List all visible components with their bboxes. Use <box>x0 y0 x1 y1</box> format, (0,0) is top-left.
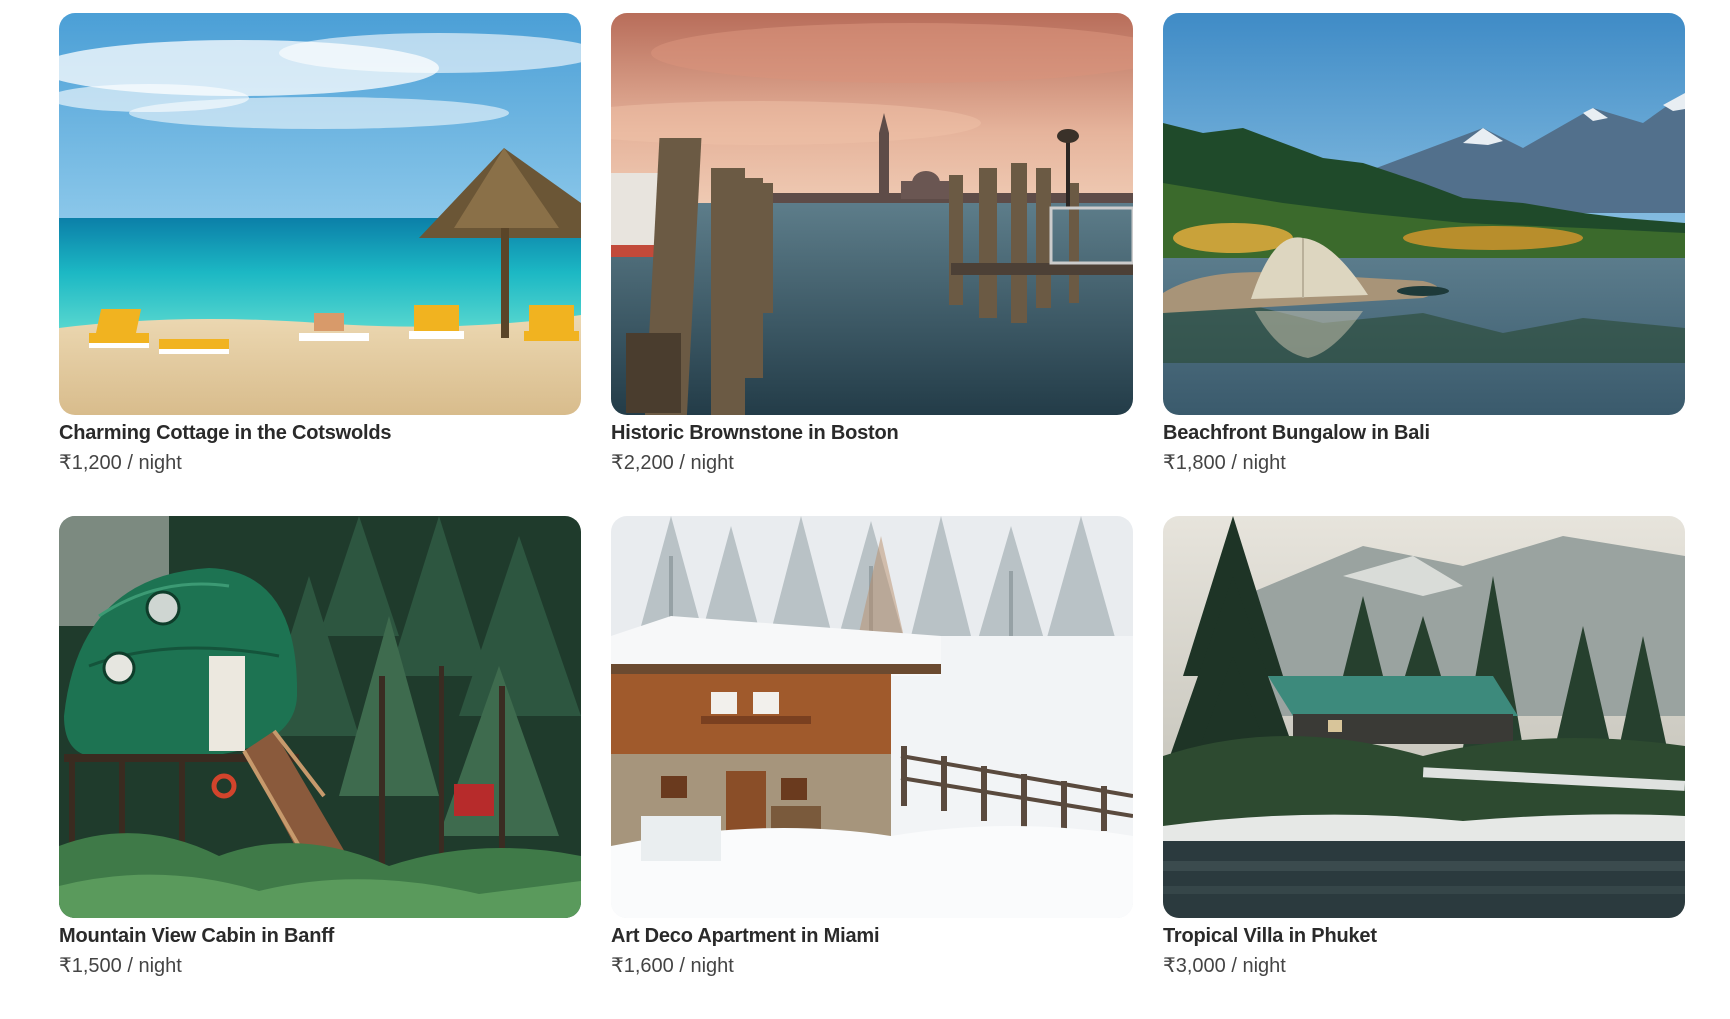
listing-title[interactable]: Mountain View Cabin in Banff <box>59 923 581 949</box>
listing-title[interactable]: Historic Brownstone in Boston <box>611 420 1133 446</box>
listing-price: ₹1,500 / night <box>59 955 182 977</box>
listing-card-4[interactable]: Mountain View Cabin in Banff ₹1,500 / ni… <box>59 516 581 1019</box>
listing-price: ₹2,200 / night <box>611 452 734 474</box>
listing-card-2[interactable]: Historic Brownstone in Boston ₹2,200 / n… <box>611 13 1133 516</box>
listing-photo-2[interactable] <box>611 13 1133 415</box>
listing-price: ₹1,600 / night <box>611 955 734 977</box>
listing-price: ₹3,000 / night <box>1163 955 1286 977</box>
listing-card-5[interactable]: Art Deco Apartment in Miami ₹1,600 / nig… <box>611 516 1133 1019</box>
listing-card-6[interactable]: Tropical Villa in Phuket ₹3,000 / night <box>1163 516 1685 1019</box>
listing-title[interactable]: Charming Cottage in the Cotswolds <box>59 420 581 446</box>
listing-card-3[interactable]: Beachfront Bungalow in Bali ₹1,800 / nig… <box>1163 13 1685 516</box>
listing-title[interactable]: Tropical Villa in Phuket <box>1163 923 1685 949</box>
listing-card-1[interactable]: Charming Cottage in the Cotswolds ₹1,200… <box>59 13 581 516</box>
listings-grid: Charming Cottage in the Cotswolds ₹1,200… <box>59 13 1685 1019</box>
listing-photo-3[interactable] <box>1163 13 1685 415</box>
listing-photo-5[interactable] <box>611 516 1133 918</box>
listing-price: ₹1,800 / night <box>1163 452 1286 474</box>
listing-photo-1[interactable] <box>59 13 581 415</box>
listing-photo-6[interactable] <box>1163 516 1685 918</box>
listing-photo-4[interactable] <box>59 516 581 918</box>
listing-title[interactable]: Beachfront Bungalow in Bali <box>1163 420 1685 446</box>
listing-price: ₹1,200 / night <box>59 452 182 474</box>
listing-title[interactable]: Art Deco Apartment in Miami <box>611 923 1133 949</box>
